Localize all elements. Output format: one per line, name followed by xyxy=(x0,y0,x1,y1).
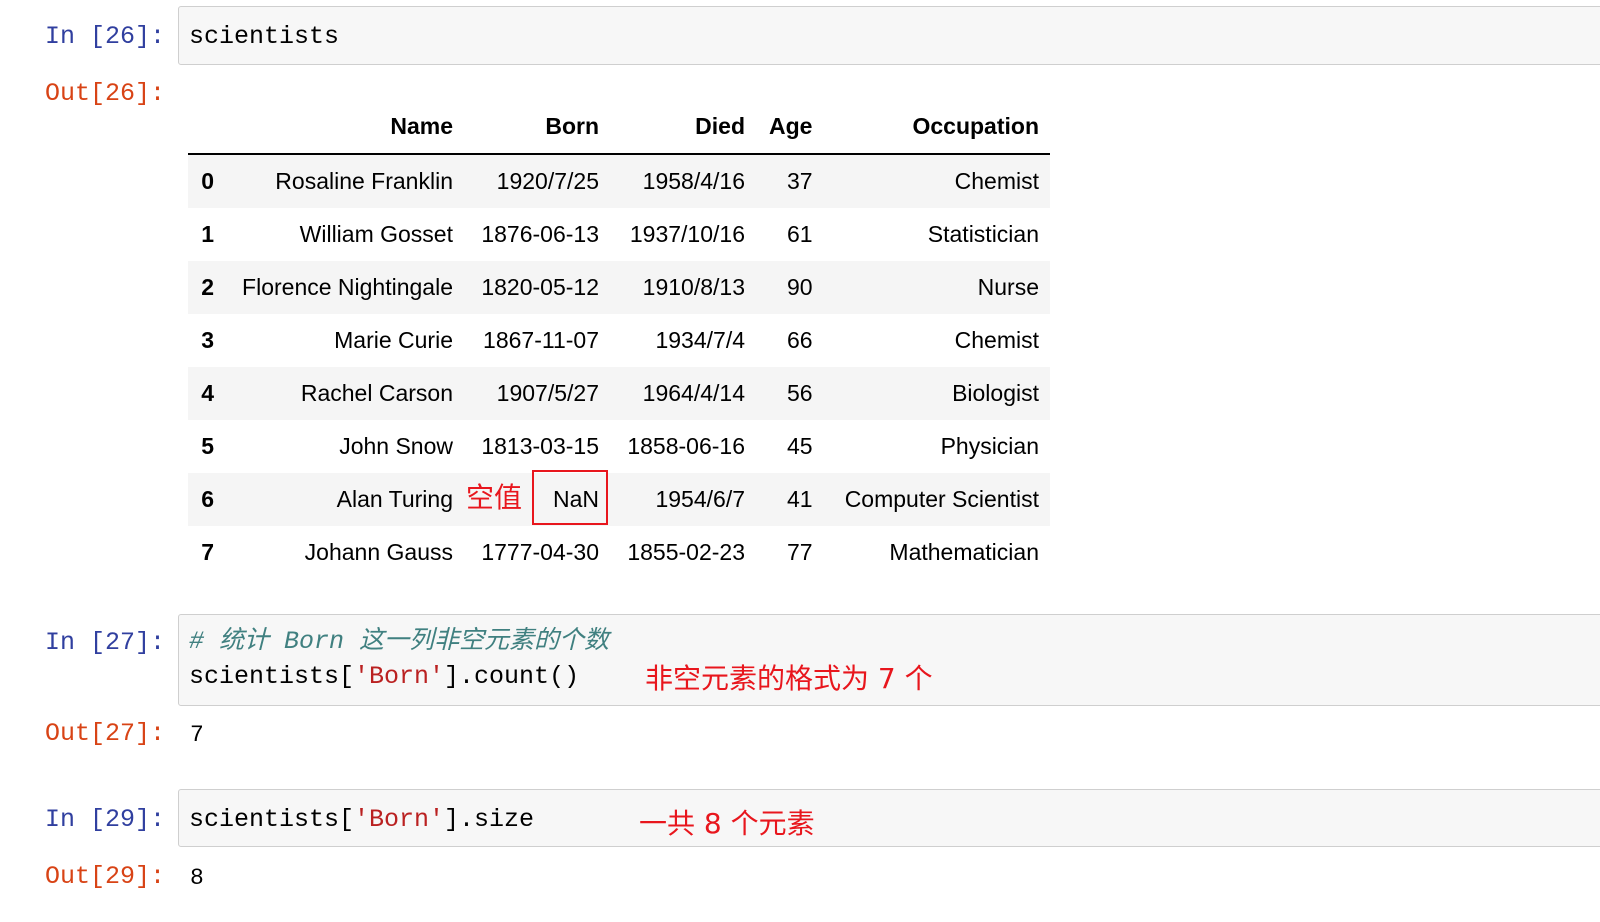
cell-born: 1820-05-12 xyxy=(481,274,599,300)
row-index: 6 xyxy=(201,486,214,512)
code-string: 'Born' xyxy=(354,805,445,834)
code-input-cell-27[interactable]: # 统计 Born 这一列非空元素的个数 scientists['Born'].… xyxy=(178,614,1600,706)
row-index: 2 xyxy=(201,274,214,300)
code-comment: # 统计 Born 这一列非空元素的个数 xyxy=(189,627,610,656)
code-line: scientists['Born'].count() xyxy=(189,662,579,692)
in-prompt-29: In [29]: xyxy=(44,805,165,834)
cell-occupation: Physician xyxy=(940,433,1039,459)
table-row: 5 John Snow 1813-03-15 1858-06-16 45 Phy… xyxy=(188,420,1050,473)
cell-died: 1855-02-23 xyxy=(627,539,745,565)
table-row: 6 Alan Turing 空值 NaN 1954/6/7 41 Compute… xyxy=(188,470,1050,526)
code-input-cell-29[interactable]: scientists['Born'].size 一共 8 个元素 xyxy=(178,789,1600,847)
cell-name: Alan Turing xyxy=(336,486,453,512)
cell-died: 1910/8/13 xyxy=(642,274,745,300)
output-value: 8 xyxy=(190,865,204,891)
table-row: 4 Rachel Carson 1907/5/27 1964/4/14 56 B… xyxy=(188,367,1050,420)
code-line: scientists['Born'].size xyxy=(189,805,534,835)
table-row: 3 Marie Curie 1867-11-07 1934/7/4 66 Che… xyxy=(188,314,1050,367)
cell-occupation: Nurse xyxy=(977,274,1039,300)
column-header-name: Name xyxy=(390,113,453,139)
cell-name: Rosaline Franklin xyxy=(275,168,453,194)
row-index: 1 xyxy=(201,221,214,247)
code-text: scientists[ xyxy=(189,805,355,834)
row-index: 3 xyxy=(201,327,214,353)
table-header: Name Born Died Age Occupation xyxy=(188,100,1050,155)
cell-born: 1876-06-13 xyxy=(481,221,599,247)
cell-name: John Snow xyxy=(339,433,453,459)
cell-born: 1813-03-15 xyxy=(481,433,599,459)
out-prompt-29: Out[29]: xyxy=(44,862,165,891)
table-row: 7 Johann Gauss 1777-04-30 1855-02-23 77 … xyxy=(188,526,1050,579)
count-annotation: 非空元素的格式为 7 个 xyxy=(645,662,933,695)
cell-died: 1964/4/14 xyxy=(642,380,745,406)
cell-died: 1934/7/4 xyxy=(655,327,745,353)
cell-name: William Gosset xyxy=(299,221,453,247)
cell-occupation: Chemist xyxy=(954,327,1039,353)
row-index: 5 xyxy=(201,433,214,459)
column-header-born: Born xyxy=(545,113,599,139)
cell-occupation: Chemist xyxy=(954,168,1039,194)
cell-occupation: Statistician xyxy=(927,221,1039,247)
output-value: 7 xyxy=(190,722,204,748)
code-string: 'Born' xyxy=(354,662,445,691)
cell-occupation: Mathematician xyxy=(889,539,1039,565)
code-input-cell-26[interactable]: scientists xyxy=(178,6,1600,65)
code-text: ].count() xyxy=(444,662,580,691)
cell-name: Johann Gauss xyxy=(304,539,453,565)
row-index: 4 xyxy=(201,380,214,406)
table-row: 0 Rosaline Franklin 1920/7/25 1958/4/16 … xyxy=(188,155,1050,208)
cell-occupation: Computer Scientist xyxy=(844,486,1039,512)
code-text: scientists[ xyxy=(189,662,355,691)
cell-died: 1858-06-16 xyxy=(627,433,745,459)
cell-died: 1958/4/16 xyxy=(642,168,745,194)
code-text: ].size xyxy=(444,805,535,834)
column-header-died: Died xyxy=(695,113,745,139)
cell-born: 1777-04-30 xyxy=(481,539,599,565)
in-prompt-27: In [27]: xyxy=(44,628,165,657)
cell-born: 1920/7/25 xyxy=(496,168,599,194)
column-header-occupation: Occupation xyxy=(912,113,1039,139)
cell-name: Marie Curie xyxy=(334,327,453,353)
cell-name: Florence Nightingale xyxy=(242,274,453,300)
dataframe-table: Name Born Died Age Occupation 0 Rosaline… xyxy=(188,100,1050,579)
size-annotation: 一共 8 个元素 xyxy=(639,807,815,840)
cell-born: 1907/5/27 xyxy=(496,380,599,406)
cell-born: 1867-11-07 xyxy=(483,327,599,353)
table-row: 1 William Gosset 1876-06-13 1937/10/16 6… xyxy=(188,208,1050,261)
cell-died: 1937/10/16 xyxy=(629,221,745,247)
out-prompt-26: Out[26]: xyxy=(44,79,165,108)
table-row: 2 Florence Nightingale 1820-05-12 1910/8… xyxy=(188,261,1050,314)
cell-born: NaN xyxy=(552,486,599,512)
cell-name: Rachel Carson xyxy=(300,380,453,406)
cell-occupation: Biologist xyxy=(952,380,1039,406)
row-index: 7 xyxy=(201,539,214,565)
out-prompt-27: Out[27]: xyxy=(44,719,165,748)
in-prompt-26: In [26]: xyxy=(44,22,165,51)
row-index: 0 xyxy=(201,168,214,194)
code-line: scientists xyxy=(189,22,340,51)
cell-died: 1954/6/7 xyxy=(655,486,745,512)
